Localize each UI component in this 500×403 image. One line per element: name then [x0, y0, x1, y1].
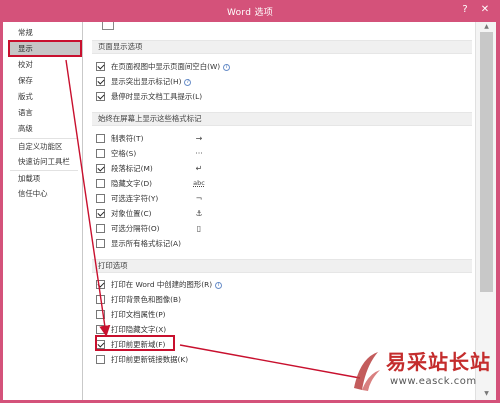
section-header-print: 打印选项 [92, 259, 472, 273]
option-label: 空格(S) [111, 149, 137, 158]
option-show-all-marks[interactable]: 显示所有格式标记(A) [96, 238, 426, 250]
sidebar-item-language[interactable]: 语言 [8, 105, 80, 120]
option-label: 打印前更新链接数据(K) [111, 355, 189, 364]
sidebar-item-proofing[interactable]: 校对 [8, 57, 80, 72]
checkbox[interactable] [96, 149, 105, 158]
anchor-icon: ⚓ [195, 209, 203, 218]
checkbox[interactable] [96, 179, 105, 188]
option-label: 显示所有格式标记(A) [111, 239, 181, 248]
option-optional-breaks[interactable]: 可选分隔符(O) ▯ [96, 223, 426, 235]
checkbox[interactable] [96, 77, 105, 86]
option-label: 打印在 Word 中创建的图形(R) [111, 280, 213, 289]
info-icon: i [215, 282, 223, 289]
sidebar-item-add-ins[interactable]: 加载项 [8, 171, 80, 186]
option-label: 隐藏文字(D) [111, 179, 153, 188]
checkbox[interactable] [96, 92, 105, 101]
option-tab-characters[interactable]: 制表符(T) → [96, 133, 426, 145]
checkbox[interactable] [96, 224, 105, 233]
watermark-logo-icon [354, 352, 380, 391]
option-label: 在页面视图中显示页面间空白(W) [111, 62, 221, 71]
help-button[interactable]: ? [458, 3, 472, 17]
sidebar-item-general[interactable]: 常规 [8, 25, 80, 40]
checkbox[interactable] [96, 325, 105, 334]
option-hidden-text[interactable]: 隐藏文字(D) abc [96, 178, 426, 190]
annotation-highlight-update-fields [95, 335, 175, 351]
option-show-highlighter[interactable]: 显示突出显示标记(H) i [96, 76, 426, 88]
site-watermark: 易采站长站 www.easck.com [350, 340, 500, 403]
option-label: 打印背景色和图像(B) [111, 295, 181, 304]
tab-mark-icon: → [195, 134, 203, 143]
option-print-background[interactable]: 打印背景色和图像(B) [96, 294, 426, 306]
checkbox[interactable] [96, 62, 105, 71]
space-mark-icon: ··· [195, 149, 203, 158]
annotation-highlight-display [8, 40, 82, 57]
title-bar: Word 选项 ? ✕ [0, 0, 500, 22]
close-button[interactable]: ✕ [478, 3, 492, 17]
option-label: 可选分隔符(O) [111, 224, 160, 233]
option-label: 显示突出显示标记(H) [111, 77, 182, 86]
option-label: 可选连字符(Y) [111, 194, 159, 203]
options-sidebar: 常规 显示 校对 保存 版式 语言 高级 自定义功能区 快速访问工具栏 加载项 … [3, 22, 83, 400]
window-title: Word 选项 [226, 8, 274, 18]
checkbox[interactable] [96, 239, 105, 248]
option-label: 制表符(T) [111, 134, 144, 143]
sidebar-item-trust-center[interactable]: 信任中心 [8, 186, 80, 201]
option-optional-hyphens[interactable]: 可选连字符(Y) ¬ [96, 193, 426, 205]
checkbox[interactable] [96, 280, 105, 289]
option-show-whitespace[interactable]: 在页面视图中显示页面间空白(W) i [96, 61, 426, 73]
checkbox[interactable] [96, 310, 105, 319]
watermark-url: www.easck.com [390, 376, 477, 387]
option-label: 对象位置(C) [111, 209, 152, 218]
option-label: 悬停时显示文档工具提示(L) [111, 92, 203, 101]
display-page-icon [102, 22, 114, 30]
sidebar-item-save[interactable]: 保存 [8, 73, 80, 88]
sidebar-item-advanced[interactable]: 高级 [8, 121, 80, 136]
break-mark-icon: ▯ [196, 224, 202, 233]
option-object-anchors[interactable]: 对象位置(C) ⚓ [96, 208, 426, 220]
option-print-properties[interactable]: 打印文档属性(P) [96, 309, 426, 321]
hidden-text-mark-icon: abc [193, 179, 205, 187]
section-header-page-display: 页面显示选项 [92, 40, 472, 54]
checkbox[interactable] [96, 295, 105, 304]
option-print-drawings[interactable]: 打印在 Word 中创建的图形(R) i [96, 279, 426, 291]
info-icon: i [184, 79, 192, 86]
checkbox[interactable] [96, 194, 105, 203]
checkbox[interactable] [96, 134, 105, 143]
section-header-format-marks: 始终在屏幕上显示这些格式标记 [92, 112, 472, 126]
option-label: 段落标记(M) [111, 164, 153, 173]
scroll-up-icon[interactable]: ▲ [480, 23, 493, 31]
option-label: 打印文档属性(P) [111, 310, 166, 319]
option-show-tooltips[interactable]: 悬停时显示文档工具提示(L) [96, 91, 426, 103]
info-icon: i [223, 64, 231, 71]
checkbox[interactable] [96, 355, 105, 364]
sidebar-item-layout[interactable]: 版式 [8, 89, 80, 104]
sidebar-item-quick-access-toolbar[interactable]: 快速访问工具栏 [8, 154, 80, 169]
option-spaces[interactable]: 空格(S) ··· [96, 148, 426, 160]
sidebar-item-customize-ribbon[interactable]: 自定义功能区 [8, 139, 80, 154]
checkbox[interactable] [96, 164, 105, 173]
paragraph-mark-icon: ↵ [195, 164, 203, 173]
hyphen-mark-icon: ¬ [195, 194, 203, 203]
checkbox[interactable] [96, 209, 105, 218]
scrollbar-thumb[interactable] [480, 32, 493, 292]
option-label: 打印隐藏文字(X) [111, 325, 167, 334]
option-paragraph-marks[interactable]: 段落标记(M) ↵ [96, 163, 426, 175]
watermark-text: 易采站长站 [386, 350, 491, 374]
